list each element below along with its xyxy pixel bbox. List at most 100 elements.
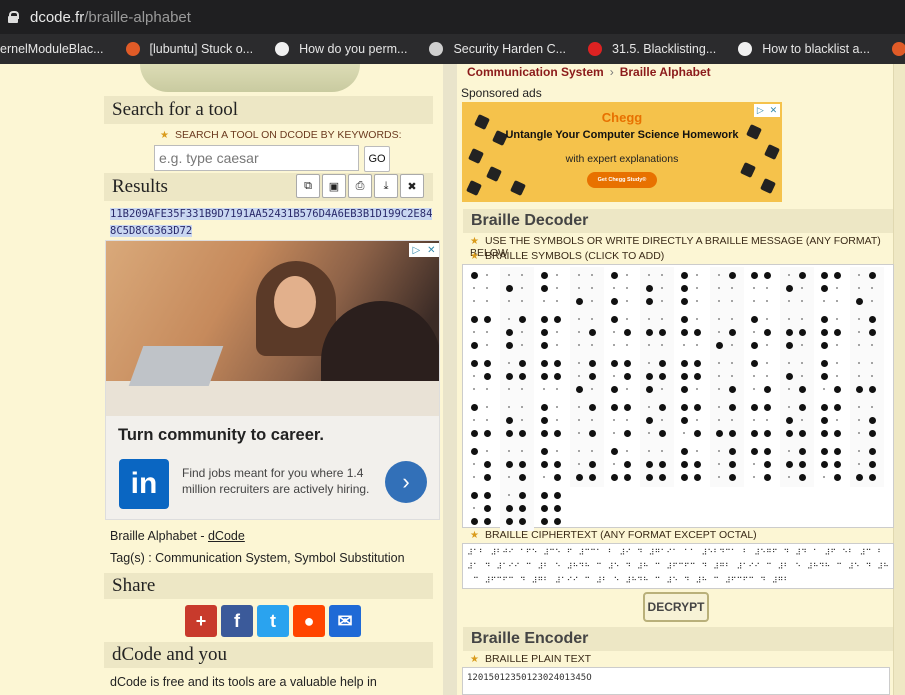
braille-symbol-button[interactable]	[465, 355, 499, 399]
decrypt-button[interactable]: DECRYPT	[643, 592, 709, 622]
braille-symbol-button[interactable]	[535, 487, 569, 531]
braille-symbol-button[interactable]	[850, 267, 884, 311]
ad-arrow-button[interactable]: ›	[385, 461, 427, 503]
search-input[interactable]	[154, 145, 359, 171]
facebook-share-icon[interactable]: f	[221, 605, 253, 637]
braille-symbol-button[interactable]	[675, 399, 709, 443]
braille-symbol-button[interactable]	[850, 399, 884, 443]
linkedin-ad[interactable]: ▷ ✕ Turn community to career. in Find job…	[105, 240, 440, 520]
braille-symbol-button[interactable]	[745, 267, 779, 311]
email-share-icon[interactable]: ✉	[329, 605, 361, 637]
chegg-ad[interactable]: ▷ ✕ Chegg Untangle Your Computer Science …	[462, 102, 782, 202]
reddit-share-icon[interactable]: ●	[293, 605, 325, 637]
braille-symbol-button[interactable]	[675, 311, 709, 355]
braille-symbol-button[interactable]	[745, 443, 779, 487]
braille-symbol-button[interactable]	[815, 311, 849, 355]
braille-symbol-button[interactable]	[465, 311, 499, 355]
braille-symbol-button[interactable]	[710, 443, 744, 487]
bookmark-item[interactable]: 31.5. Blacklisting...	[588, 42, 716, 56]
braille-symbol-button[interactable]	[850, 355, 884, 399]
braille-symbol-button[interactable]	[710, 355, 744, 399]
braille-symbol-button[interactable]	[640, 399, 674, 443]
braille-symbol-button[interactable]	[780, 443, 814, 487]
braille-symbol-button[interactable]	[570, 443, 604, 487]
braille-symbol-button[interactable]	[780, 311, 814, 355]
braille-symbol-button[interactable]	[780, 355, 814, 399]
breadcrumb-item[interactable]: Braille Alphabet	[620, 65, 711, 79]
copy-icon[interactable]: ⧉	[296, 174, 320, 198]
braille-symbol-button[interactable]	[535, 443, 569, 487]
braille-symbol-button[interactable]	[605, 399, 639, 443]
braille-symbol-button[interactable]	[745, 355, 779, 399]
braille-symbol-button[interactable]	[500, 443, 534, 487]
braille-symbol-button[interactable]	[710, 267, 744, 311]
print-icon[interactable]: ⎙	[348, 174, 372, 198]
braille-symbol-button[interactable]	[605, 311, 639, 355]
braille-symbol-button[interactable]	[850, 443, 884, 487]
braille-symbol-button[interactable]	[570, 311, 604, 355]
ciphertext-input[interactable]: ⠼⠁⠃⠀⠼⠃⠚⠊⠀⠁⠋⠑⠀⠼⠉⠑⠀⠋⠀⠼⠉⠉⠁⠀⠃⠀⠼⠊⠀⠙⠀⠼⠛⠁⠊⠁⠀⠁⠁⠀…	[462, 543, 894, 589]
braille-symbol-button[interactable]	[640, 443, 674, 487]
bookmark-item[interactable]: ernelModuleBlac...	[0, 42, 104, 56]
braille-symbol-button[interactable]	[465, 487, 499, 531]
address-bar[interactable]: dcode.fr/braille-alphabet	[0, 0, 905, 34]
braille-symbol-button[interactable]	[465, 399, 499, 443]
braille-symbol-button[interactable]	[675, 443, 709, 487]
tags-list[interactable]: Communication System, Symbol Substitutio…	[155, 551, 404, 565]
braille-symbol-button[interactable]	[570, 355, 604, 399]
braille-symbol-button[interactable]	[675, 355, 709, 399]
braille-dot-flat	[823, 476, 825, 478]
bookmark-item[interactable]: ask	[891, 42, 905, 56]
dcode-link[interactable]: dCode	[208, 529, 245, 543]
download-icon[interactable]: ⤓	[374, 174, 398, 198]
braille-dot-flat	[626, 450, 628, 452]
braille-symbol-button[interactable]	[500, 399, 534, 443]
braille-symbol-button[interactable]	[780, 267, 814, 311]
braille-symbol-button[interactable]	[640, 355, 674, 399]
twitter-share-icon[interactable]: t	[257, 605, 289, 637]
braille-symbol-button[interactable]	[850, 311, 884, 355]
braille-dot-raised	[728, 328, 736, 336]
braille-symbol-button[interactable]	[535, 267, 569, 311]
go-button[interactable]: GO	[364, 146, 390, 172]
braille-symbol-button[interactable]	[640, 267, 674, 311]
braille-symbol-button[interactable]	[500, 311, 534, 355]
braille-symbol-button[interactable]	[570, 399, 604, 443]
braille-symbol-button[interactable]	[815, 399, 849, 443]
braille-symbol-button[interactable]	[815, 355, 849, 399]
braille-symbol-button[interactable]	[500, 487, 534, 531]
chegg-cta-button[interactable]: Get Chegg Study®	[587, 172, 657, 188]
braille-symbol-button[interactable]	[465, 267, 499, 311]
braille-symbol-button[interactable]	[500, 267, 534, 311]
bookmark-item[interactable]: [lubuntu] Stuck o...	[125, 42, 253, 56]
braille-symbol-button[interactable]	[710, 399, 744, 443]
braille-symbol-button[interactable]	[535, 355, 569, 399]
clear-icon[interactable]: ✖	[400, 174, 424, 198]
braille-symbol-button[interactable]	[500, 355, 534, 399]
plain-text-input[interactable]: 1201501235012302401345O	[462, 667, 890, 695]
copy-all-icon[interactable]: ▣	[322, 174, 346, 198]
braille-symbol-button[interactable]	[780, 399, 814, 443]
braille-symbol-button[interactable]	[535, 311, 569, 355]
adchoices-icon[interactable]: ▷ ✕	[409, 243, 439, 257]
bookmark-item[interactable]: How do you perm...	[275, 42, 407, 56]
braille-symbol-button[interactable]	[465, 443, 499, 487]
braille-symbol-button[interactable]	[605, 355, 639, 399]
braille-symbol-button[interactable]	[535, 399, 569, 443]
braille-symbol-button[interactable]	[640, 311, 674, 355]
braille-symbol-button[interactable]	[815, 443, 849, 487]
bookmark-item[interactable]: Security Harden C...	[429, 42, 566, 56]
braille-dot-flat	[661, 419, 663, 421]
braille-symbol-button[interactable]	[745, 311, 779, 355]
braille-symbol-button[interactable]	[710, 311, 744, 355]
bookmark-item[interactable]: How to blacklist a...	[738, 42, 870, 56]
braille-symbol-button[interactable]	[675, 267, 709, 311]
braille-symbol-button[interactable]	[815, 267, 849, 311]
braille-symbol-button[interactable]	[605, 443, 639, 487]
braille-symbol-button[interactable]	[570, 267, 604, 311]
braille-symbol-button[interactable]	[745, 399, 779, 443]
breadcrumb-item[interactable]: Communication System	[467, 65, 604, 79]
braille-symbol-button[interactable]	[605, 267, 639, 311]
addthis-share-icon[interactable]: +	[185, 605, 217, 637]
result-output[interactable]: 11B209AFE35F331B9D7191AA52431B576D4A6EB3…	[110, 206, 436, 240]
